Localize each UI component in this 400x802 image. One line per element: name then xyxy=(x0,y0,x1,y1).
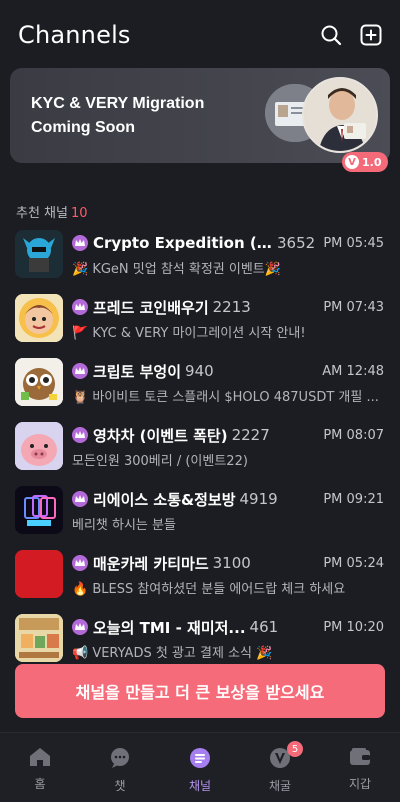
tab-channel[interactable]: 채널 xyxy=(165,733,235,794)
channel-name: 영차차 (이벤트 폭탄) xyxy=(93,426,228,445)
plus-square-icon xyxy=(360,24,382,46)
tab-home[interactable]: 홈 xyxy=(5,733,75,792)
channel-last-message: 🎉 KGeN 밋업 참석 확정권 이벤트🎉 xyxy=(72,262,281,277)
channel-header-line: 프레드 코인배우기 2213 PM 07:43 xyxy=(72,296,384,318)
page-title: Channels xyxy=(18,21,131,49)
notification-badge: 5 xyxy=(287,741,303,757)
crown-icon xyxy=(72,491,88,507)
channel-timestamp: PM 08:07 xyxy=(323,427,384,443)
banner-title-line1: KYC & VERY Migration xyxy=(31,95,205,112)
channel-name: 매운카레 카티마드 xyxy=(93,554,209,573)
channel-row[interactable]: 리에이스 소통&정보방 4919 PM 09:21 베리챗 하시는 분들 xyxy=(0,482,400,542)
channel-header-line: 오늘의 TMI - 재미저... 461 PM 10:20 xyxy=(72,616,384,638)
channel-name: Crypto Expedition ( ... xyxy=(93,234,273,252)
crown-icon xyxy=(72,235,88,251)
channel-name: 오늘의 TMI - 재미저... xyxy=(93,618,246,637)
channel-last-message: 🔥 BLESS 참여하셨던 분들 에어드랍 체크 하세요 xyxy=(72,582,346,597)
tab-mining[interactable]: 채굴 5 xyxy=(245,733,315,794)
channel-header-line: Crypto Expedition ( ... 3652 PM 05:45 xyxy=(72,232,384,254)
channel-header-line: 영차차 (이벤트 폭탄) 2227 PM 08:07 xyxy=(72,424,384,446)
recommended-channels-heading: 추천 채널 10 xyxy=(16,202,88,221)
banner-text: KYC & VERY Migration Coming Soon xyxy=(31,92,204,140)
channel-thumbnail xyxy=(15,358,63,406)
tab-label: 채굴 xyxy=(268,779,292,793)
channel-timestamp: AM 12:48 xyxy=(322,363,384,379)
channel-row[interactable]: 오늘의 TMI - 재미저... 461 PM 10:20 📢 VERYADS 첫 광… xyxy=(0,610,400,670)
channel-header-line: 매운카레 카티마드 3100 PM 05:24 xyxy=(72,552,384,574)
version-label: 1.0 xyxy=(362,155,382,169)
channel-header-line: 리에이스 소통&정보방 4919 PM 09:21 xyxy=(72,488,384,510)
channel-last-message: 모든인원 300베리 / (이벤트22) xyxy=(72,454,248,469)
channel-row[interactable]: 프레드 코인배우기 2213 PM 07:43 🚩 KYC & VERY 마이그레이션… xyxy=(0,290,400,350)
channel-row[interactable]: 크립토 부엉이 940 AM 12:48 🦉 바이비트 토큰 스플래시 $HOLO 4… xyxy=(0,354,400,414)
channel-row[interactable]: 매운카레 카티마드 3100 PM 05:24 🔥 BLESS 참여하셨던 분들 에어… xyxy=(0,546,400,606)
tab-chat[interactable]: 챗 xyxy=(85,733,155,794)
channel-member-count: 940 xyxy=(185,362,214,380)
channel-last-message: 🚩 KYC & VERY 마이그레이션 시작 안내! xyxy=(72,326,306,341)
add-channel-button[interactable] xyxy=(358,22,384,48)
home-icon xyxy=(29,747,51,771)
wallet-icon xyxy=(349,747,371,771)
header-actions xyxy=(318,22,384,48)
crown-icon xyxy=(72,363,88,379)
section-count: 10 xyxy=(70,206,88,221)
search-icon xyxy=(321,25,342,46)
channel-member-count: 2213 xyxy=(212,298,251,316)
channel-thumbnail xyxy=(15,230,63,278)
channel-name: 리에이스 소통&정보방 xyxy=(93,490,236,509)
channel-thumbnail xyxy=(15,294,63,342)
channel-thumbnail xyxy=(15,550,63,598)
channel-timestamp: PM 05:45 xyxy=(323,235,384,251)
channel-member-count: 3100 xyxy=(212,554,251,572)
channel-last-message: 📢 VERYADS 첫 광고 결제 소식 🎉 xyxy=(72,646,273,661)
tab-label: 채널 xyxy=(188,779,212,793)
channel-thumbnail xyxy=(15,422,63,470)
channel-member-count: 461 xyxy=(249,618,279,636)
tab-label: 챗 xyxy=(114,779,126,793)
crown-icon xyxy=(72,619,88,635)
channel-row[interactable]: 영차차 (이벤트 폭탄) 2227 PM 08:07 모든인원 300베리 / (이벤… xyxy=(0,418,400,478)
create-channel-button[interactable]: 채널을 만들고 더 큰 보상을 받으세요 xyxy=(15,664,385,718)
top-header: Channels xyxy=(0,0,400,70)
channel-timestamp: PM 09:21 xyxy=(323,491,384,507)
tab-wallet[interactable]: 지갑 xyxy=(325,733,395,792)
version-badge: V 1.0 xyxy=(342,152,388,172)
channel-timestamp: PM 05:24 xyxy=(323,555,384,571)
section-title: 추천 채널 xyxy=(16,206,68,221)
tab-label: 지갑 xyxy=(348,777,372,791)
channel-member-count: 2227 xyxy=(231,426,270,444)
channel-thumbnail xyxy=(15,486,63,534)
bottom-tab-bar: 홈 챗 채널 채굴 5 지갑 xyxy=(0,732,400,802)
chat-icon xyxy=(109,747,131,773)
tab-label: 홈 xyxy=(34,777,46,791)
crown-icon xyxy=(72,555,88,571)
channel-member-count: 3652 xyxy=(277,234,316,252)
banner-person-avatar xyxy=(302,77,378,153)
crown-icon xyxy=(72,427,88,443)
channel-last-message: 🦉 바이비트 토큰 스플래시 $HOLO 487USDT 개필 ... xyxy=(72,390,379,405)
channel-last-message: 베리챗 하시는 분들 xyxy=(72,518,176,533)
channel-name: 프레드 코인배우기 xyxy=(93,298,209,317)
channel-name: 크립토 부엉이 xyxy=(93,362,182,381)
channel-thumbnail xyxy=(15,614,63,662)
search-button[interactable] xyxy=(318,22,344,48)
channel-member-count: 4919 xyxy=(239,490,278,508)
very-logo-icon: V xyxy=(345,155,359,169)
channel-header-line: 크립토 부엉이 940 AM 12:48 xyxy=(72,360,384,382)
channel-timestamp: PM 10:20 xyxy=(323,619,384,635)
banner-title-line2: Coming Soon xyxy=(31,119,135,136)
crown-icon xyxy=(72,299,88,315)
channel-icon xyxy=(189,747,211,773)
channel-timestamp: PM 07:43 xyxy=(323,299,384,315)
promo-banner[interactable]: KYC & VERY Migration Coming Soon xyxy=(10,68,390,163)
channel-row[interactable]: Crypto Expedition ( ... 3652 PM 05:45 🎉 KGe… xyxy=(0,226,400,286)
